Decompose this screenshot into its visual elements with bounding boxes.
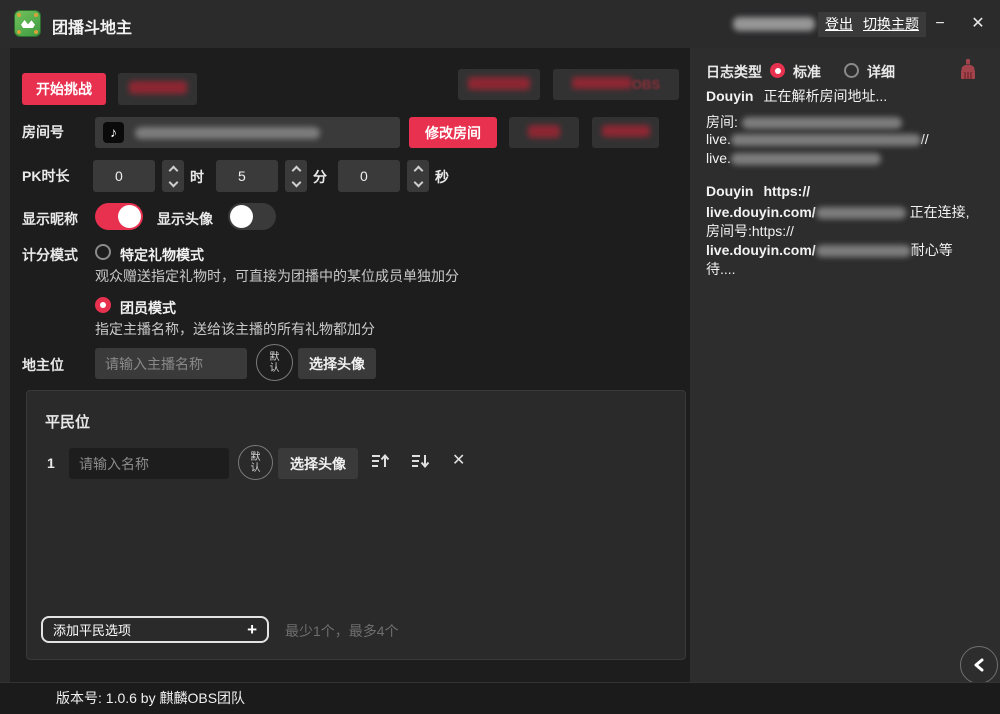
- version-text: 版本号: 1.0.6 by 麒麟OBS团队: [56, 683, 245, 714]
- pk-seconds-input[interactable]: [338, 160, 400, 192]
- show-nickname-toggle[interactable]: [95, 203, 143, 230]
- team-mode-radio[interactable]: [95, 297, 111, 313]
- gift-mode-radio[interactable]: [95, 244, 111, 260]
- remove-row-icon[interactable]: ✕: [452, 450, 465, 470]
- modify-room-button[interactable]: 修改房间: [409, 117, 497, 148]
- move-down-icon[interactable]: [411, 452, 431, 473]
- log-line: 房间号:https://: [706, 221, 794, 241]
- redacted-room-id: [816, 207, 906, 219]
- redacted-button-2[interactable]: [458, 69, 540, 100]
- spin-down-icon[interactable]: [413, 177, 423, 187]
- civilian-row-index: 1: [47, 455, 55, 471]
- civilian-default-button[interactable]: 默认: [238, 445, 273, 480]
- log-line: live.: [706, 150, 881, 166]
- redacted-room-id: [816, 245, 911, 257]
- log-line: 待....: [706, 259, 736, 279]
- redacted-url: [731, 134, 921, 146]
- log-line: live.douyin.com/耐心等: [706, 240, 953, 260]
- app-logo-icon: [14, 10, 41, 37]
- log-standard-radio[interactable]: [770, 63, 785, 78]
- plus-icon: +: [247, 620, 257, 640]
- move-up-icon[interactable]: [371, 452, 391, 473]
- chevron-left-icon: [971, 657, 987, 673]
- log-standard-label: 标准: [793, 62, 821, 82]
- room-number-label: 房间号: [22, 122, 64, 142]
- log-line: Douyin正在解析房间地址...: [706, 86, 887, 106]
- second-unit-label: 秒: [435, 167, 449, 187]
- hour-unit-label: 时: [190, 167, 204, 187]
- pk-duration-label: PK时长: [22, 166, 69, 186]
- log-line: live.//: [706, 131, 929, 147]
- spin-down-icon[interactable]: [168, 177, 178, 187]
- title-bar: 团播斗地主 登出 切换主题 − ✕: [0, 0, 1000, 48]
- redacted-url: [731, 153, 881, 165]
- landlord-name-input[interactable]: [95, 348, 247, 379]
- logout-button[interactable]: 登出: [818, 12, 860, 37]
- minimize-button[interactable]: −: [922, 6, 958, 42]
- app-window: 团播斗地主 登出 切换主题 − ✕ 开始挑战 OBS 房间号 ♪ 修改房间 PK…: [0, 0, 1000, 714]
- start-challenge-button[interactable]: 开始挑战: [22, 73, 106, 105]
- obs-button-partial-label: OBS: [632, 77, 660, 92]
- log-panel: 日志类型 标准 详细 Douyin正在解析房间地址... 房间: live.//…: [690, 48, 1000, 682]
- civilian-title: 平民位: [45, 411, 90, 432]
- redacted-username: [733, 17, 815, 31]
- status-bar: 版本号: 1.0.6 by 麒麟OBS团队: [0, 682, 1000, 714]
- redacted-button-4[interactable]: [592, 117, 659, 148]
- window-title: 团播斗地主: [52, 14, 132, 38]
- redacted-room-id: [135, 127, 320, 139]
- landlord-label: 地主位: [22, 355, 64, 375]
- civilian-count-hint: 最少1个，最多4个: [285, 621, 399, 641]
- settings-panel: 开始挑战 OBS 房间号 ♪ 修改房间 PK时长 时 分 秒 显示昵称: [10, 48, 690, 682]
- log-detailed-radio[interactable]: [844, 63, 859, 78]
- log-line: Douyinhttps://: [706, 183, 810, 199]
- redacted-button-1[interactable]: [118, 73, 197, 105]
- redacted-room-info: [742, 117, 902, 129]
- civilian-name-input[interactable]: [69, 448, 229, 479]
- show-nickname-label: 显示昵称: [22, 209, 78, 229]
- gift-mode-title: 特定礼物模式: [120, 245, 204, 265]
- room-number-input[interactable]: ♪: [95, 117, 400, 148]
- landlord-default-button[interactable]: 默认: [256, 344, 293, 381]
- pk-minutes-spinner[interactable]: [285, 160, 307, 192]
- close-button[interactable]: ✕: [960, 6, 996, 42]
- log-type-label: 日志类型: [706, 62, 762, 82]
- log-line: 房间:: [706, 112, 902, 132]
- civilian-choose-avatar-button[interactable]: 选择头像: [278, 448, 358, 479]
- show-avatar-toggle[interactable]: [228, 203, 276, 230]
- spin-up-icon[interactable]: [291, 165, 301, 175]
- pk-hours-input[interactable]: [93, 160, 155, 192]
- show-avatar-label: 显示头像: [157, 209, 213, 229]
- redacted-button-3[interactable]: [509, 117, 579, 148]
- scoring-mode-label: 计分模式: [22, 245, 78, 265]
- team-mode-title: 团员模式: [120, 298, 176, 318]
- team-mode-desc: 指定主播名称，送给该主播的所有礼物都加分: [95, 319, 375, 339]
- add-civilian-label: 添加平民选项: [53, 620, 131, 639]
- collapse-panel-button[interactable]: [960, 646, 998, 684]
- pk-hours-spinner[interactable]: [162, 160, 184, 192]
- spin-down-icon[interactable]: [291, 177, 301, 187]
- spin-up-icon[interactable]: [168, 165, 178, 175]
- add-civilian-button[interactable]: 添加平民选项 +: [41, 616, 269, 643]
- spin-up-icon[interactable]: [413, 165, 423, 175]
- log-line: live.douyin.com/ 正在连接,: [706, 202, 969, 222]
- obs-button[interactable]: OBS: [553, 69, 679, 100]
- pk-minutes-input[interactable]: [216, 160, 278, 192]
- gift-mode-desc: 观众赠送指定礼物时，可直接为团播中的某位成员单独加分: [95, 266, 459, 286]
- tiktok-icon: ♪: [103, 122, 124, 143]
- civilian-section: 平民位 1 默认 选择头像 ✕ 添加平民选项 + 最少1个，最多4个: [26, 390, 686, 660]
- clear-log-icon[interactable]: [958, 58, 978, 84]
- switch-theme-button[interactable]: 切换主题: [856, 12, 926, 37]
- log-detailed-label: 详细: [867, 62, 895, 82]
- minute-unit-label: 分: [313, 167, 327, 187]
- landlord-choose-avatar-button[interactable]: 选择头像: [298, 348, 376, 379]
- pk-seconds-spinner[interactable]: [407, 160, 429, 192]
